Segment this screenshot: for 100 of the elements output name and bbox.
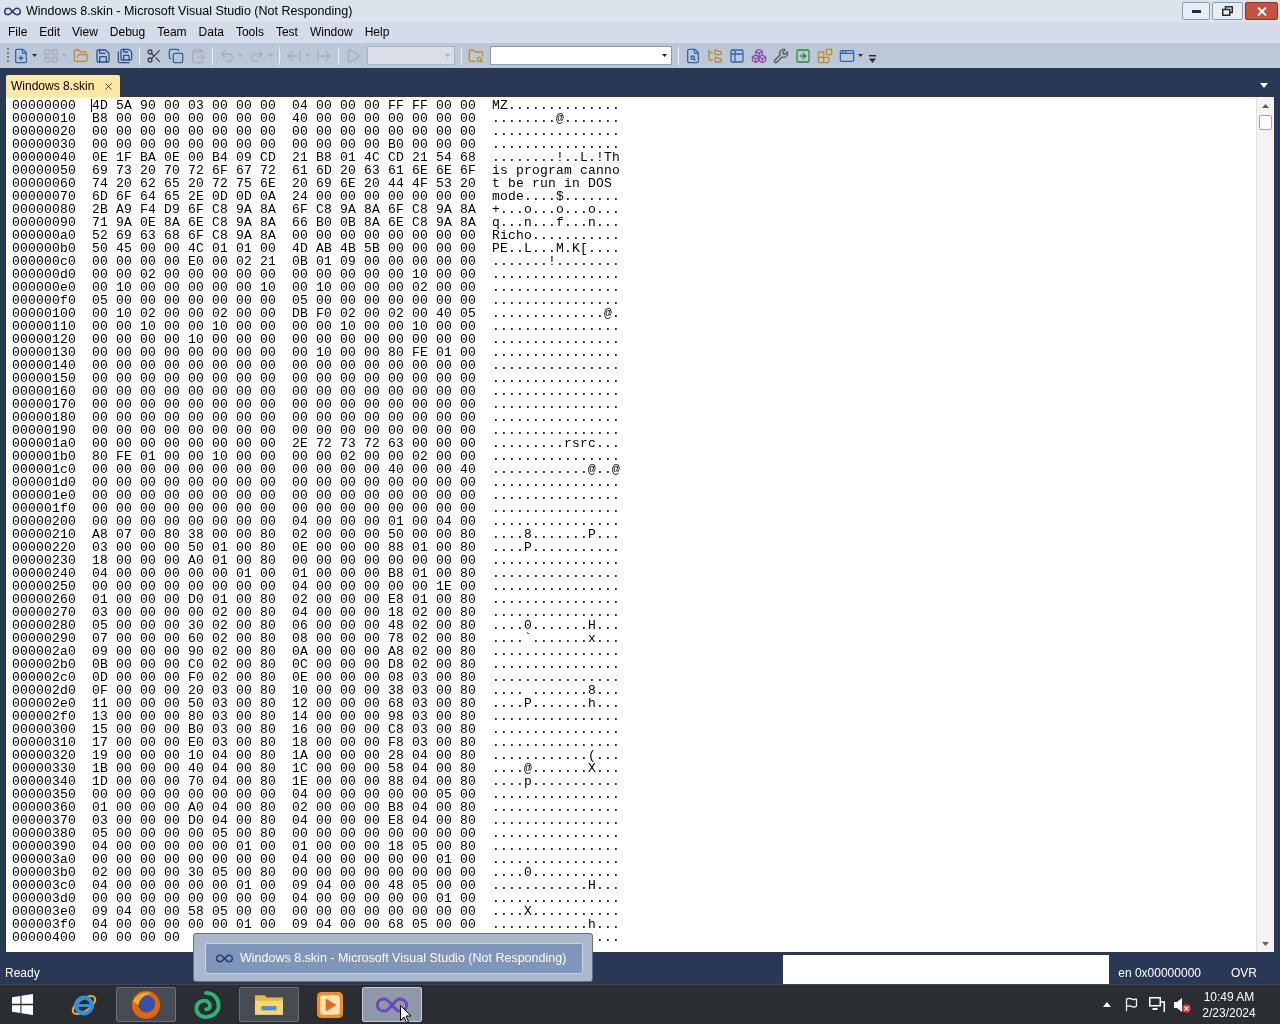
hex-bytes: 01 00 00 00 D0 01 00 80 <box>92 593 277 606</box>
hex-bytes: 00 00 00 00 00 10 00 00 <box>292 268 477 281</box>
caret-down-icon[interactable] <box>858 54 863 57</box>
row-offset: 00000230 <box>12 554 76 567</box>
hex-bytes: 17 00 00 00 E0 03 00 80 <box>92 736 277 749</box>
vertical-scrollbar[interactable] <box>1256 97 1274 952</box>
scroll-up-icon[interactable] <box>1262 103 1269 108</box>
hex-bytes: 00 00 00 00 10 00 00 00 <box>92 333 277 346</box>
clock-time[interactable]: 10:49 AM <box>1203 988 1255 1005</box>
menu-item[interactable]: View <box>66 23 104 42</box>
boxes-icon[interactable] <box>751 47 767 64</box>
hex-bytes: 00 00 00 00 00 00 00 00 <box>92 788 277 801</box>
menu-item[interactable]: File <box>2 23 34 42</box>
window-title: Windows 8.skin - Microsoft Visual Studio (Not Responding) <box>26 2 353 20</box>
ascii-text: ................ <box>491 892 620 905</box>
hex-bytes: 00 00 00 00 00 00 00 00 <box>92 125 277 138</box>
row-offset: 00000310 <box>12 736 76 749</box>
minimize-button[interactable] <box>1182 2 1210 20</box>
monitor-icon[interactable] <box>1148 997 1165 1012</box>
caret-up-icon[interactable] <box>1102 1002 1111 1007</box>
caret-down-icon[interactable] <box>32 54 37 57</box>
ascii-text: ............H... <box>491 879 620 892</box>
minimize-icon <box>1191 9 1201 13</box>
restore-button[interactable] <box>1212 2 1243 20</box>
hex-bytes: 19 00 00 00 10 04 00 80 <box>92 749 277 762</box>
menu-item[interactable]: Test <box>269 23 304 42</box>
caret-down-icon[interactable] <box>1260 83 1268 88</box>
row-offset: 000002c0 <box>12 671 76 684</box>
hex-bytes: 6D 6F 64 65 2E 0D 0D 0A <box>92 190 277 203</box>
clock-date[interactable]: 2/23/2024 <box>1202 1004 1256 1021</box>
close-icon[interactable] <box>103 80 115 92</box>
status-position: en 0x00000000 <box>1118 965 1201 982</box>
ascii-text: ................ <box>491 125 620 138</box>
ascii-text: ................ <box>491 801 620 814</box>
hex-bytes: 13 00 00 00 80 03 00 80 <box>92 710 277 723</box>
table-icon[interactable] <box>729 47 745 64</box>
hex-bytes: 2E 72 73 72 63 00 00 00 <box>292 437 477 450</box>
ascii-text: ... <box>596 931 620 944</box>
hex-bytes: 00 10 02 00 00 02 00 00 <box>92 307 277 320</box>
hex-bytes: 00 00 00 00 00 00 00 00 <box>92 359 277 372</box>
menu-item[interactable]: Debug <box>103 23 152 42</box>
save-icon[interactable] <box>95 47 111 64</box>
hex-bytes: 09 04 00 00 68 05 00 00 <box>292 918 477 931</box>
hex-bytes: 10 00 00 00 38 03 00 80 <box>292 684 477 697</box>
row-offset: 00000130 <box>12 346 76 359</box>
row-offset: 00000100 <box>12 307 76 320</box>
hex-bytes: 0A 00 00 00 A8 02 00 80 <box>292 645 477 658</box>
menu-item[interactable]: Data <box>192 23 230 42</box>
ascii-text: ................ <box>491 788 620 801</box>
hex-bytes: 00 00 00 00 00 00 00 00 <box>292 411 477 424</box>
status-mode: OVR <box>1231 965 1257 982</box>
row-offset: 000003b0 <box>12 866 76 879</box>
caret-down-icon[interactable] <box>662 54 667 57</box>
menu-item[interactable]: Window <box>303 23 359 42</box>
hex-bytes: 52 69 63 68 6F C8 9A 8A <box>92 229 277 242</box>
hex-bytes: 00 00 00 00 00 00 00 00 <box>92 476 277 489</box>
row-offset: 000002e0 <box>12 697 76 710</box>
hex-bytes: 04 00 00 00 00 00 01 00 <box>92 879 277 892</box>
ascii-text: ................ <box>491 814 620 827</box>
menu-item[interactable]: Team <box>151 23 193 42</box>
ascii-text: ................ <box>491 567 620 580</box>
menu-item[interactable]: Edit <box>33 23 67 42</box>
file-search-icon[interactable] <box>685 47 701 64</box>
ascii-text: ............@..@ <box>491 463 620 476</box>
row-offset: 000001b0 <box>12 450 76 463</box>
ascii-text: ....P.......h... <box>491 697 620 710</box>
row-offset: 00000220 <box>12 541 76 554</box>
hex-bytes: 0E 00 00 00 08 03 00 80 <box>292 671 477 684</box>
hex-bytes: 16 00 00 00 C8 03 00 80 <box>292 723 477 736</box>
hex-bytes: 00 00 00 00 00 00 00 00 <box>92 502 277 515</box>
hex-editor-panel[interactable] <box>6 97 1256 952</box>
menu-item[interactable]: Tools <box>229 23 270 42</box>
wrench-icon[interactable] <box>773 47 789 64</box>
hex-bytes: 00 00 00 00 00 00 00 00 <box>92 411 277 424</box>
ascii-text: ................ <box>491 606 620 619</box>
muted-speaker-icon[interactable] <box>1172 996 1191 1013</box>
flag-icon[interactable] <box>1124 997 1139 1012</box>
grip-icon[interactable] <box>7 47 10 64</box>
overflow-icon[interactable] <box>869 54 876 63</box>
arrow-square-icon[interactable] <box>795 47 811 64</box>
scissors-icon[interactable] <box>146 47 162 64</box>
document-tab[interactable]: Windows 8.skin <box>6 75 121 97</box>
hex-bytes: 02 00 00 00 B8 04 00 80 <box>292 801 477 814</box>
scroll-thumb[interactable] <box>1259 115 1272 130</box>
scroll-down-icon[interactable] <box>1262 941 1269 946</box>
save-all-icon[interactable] <box>117 47 133 64</box>
menu-item[interactable]: Help <box>358 23 396 42</box>
browser-icon <box>131 990 160 1019</box>
infinity-icon <box>4 6 21 16</box>
hex-bytes: 00 00 00 00 E0 00 02 21 <box>92 255 277 268</box>
taskbar-button[interactable] <box>238 987 299 1022</box>
hex-bytes: 0E 00 00 00 88 01 00 80 <box>292 541 477 554</box>
close-button[interactable] <box>1245 2 1278 20</box>
hex-bytes: 1B 00 00 00 40 04 00 80 <box>92 762 277 775</box>
hex-bytes: 00 00 00 00 00 00 00 00 <box>92 385 277 398</box>
row-offset: 000001a0 <box>12 437 76 450</box>
copy-icon[interactable] <box>168 47 184 64</box>
hex-bytes: 03 00 00 00 50 01 00 80 <box>92 541 277 554</box>
taskbar-button[interactable] <box>361 987 422 1022</box>
hex-bytes: 18 00 00 00 A0 01 00 80 <box>92 554 277 567</box>
